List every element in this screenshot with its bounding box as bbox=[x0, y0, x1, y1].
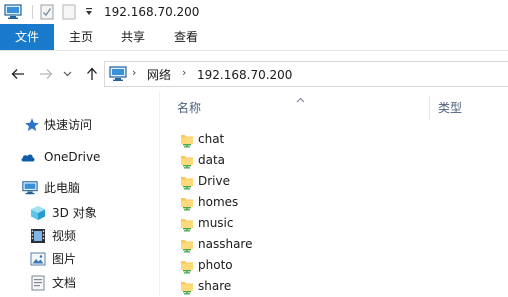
network-computer-icon bbox=[109, 66, 127, 85]
list-item[interactable]: Drive bbox=[176, 171, 426, 192]
column-header-type[interactable]: 类型 bbox=[438, 100, 462, 116]
forward-button[interactable] bbox=[36, 64, 56, 84]
nav-item-label: OneDrive bbox=[44, 150, 101, 164]
toolbar-separator bbox=[32, 5, 33, 19]
list-item[interactable]: nasshare bbox=[176, 234, 426, 255]
breadcrumb-network[interactable]: 网络 bbox=[147, 67, 171, 83]
shared-folder-icon bbox=[181, 282, 193, 295]
recent-locations-button[interactable] bbox=[60, 64, 74, 84]
star-icon bbox=[25, 118, 39, 131]
new-folder-icon[interactable] bbox=[62, 3, 76, 21]
arrow-up-icon bbox=[87, 67, 97, 80]
arrow-right-icon bbox=[40, 69, 53, 79]
nav-item-documents[interactable]: 文档 bbox=[0, 272, 158, 294]
cloud-icon bbox=[21, 154, 35, 162]
shared-folder-icon bbox=[181, 240, 193, 253]
nav-item-pictures[interactable]: 图片 bbox=[0, 248, 158, 270]
nav-item-label: 3D 对象 bbox=[52, 206, 97, 220]
tab-share[interactable]: 共享 bbox=[108, 24, 158, 50]
nav-item-label: 视频 bbox=[52, 229, 77, 243]
nav-item-videos[interactable]: 视频 bbox=[0, 225, 158, 247]
file-name: Drive bbox=[198, 174, 230, 188]
documents-icon bbox=[31, 275, 45, 291]
nav-item-label: 图片 bbox=[52, 252, 77, 266]
column-separator[interactable] bbox=[429, 96, 430, 120]
shared-folder-icon bbox=[181, 198, 193, 211]
chevron-down-icon bbox=[63, 71, 71, 77]
list-item[interactable]: data bbox=[176, 150, 426, 171]
nav-item-label: 文档 bbox=[52, 276, 77, 290]
nav-item-onedrive[interactable]: OneDrive bbox=[0, 146, 158, 168]
file-name: share bbox=[198, 279, 232, 293]
address-bar[interactable]: › 网络 › 192.168.70.200 bbox=[104, 61, 508, 87]
sort-ascending-icon bbox=[296, 92, 305, 106]
list-item[interactable]: homes bbox=[176, 192, 426, 213]
shared-folder-icon bbox=[181, 177, 193, 190]
customize-dropdown-icon[interactable] bbox=[84, 3, 94, 21]
up-button[interactable] bbox=[82, 64, 102, 84]
title-bar: 192.168.70.200 bbox=[0, 0, 508, 24]
list-item[interactable]: share bbox=[176, 276, 426, 297]
file-name: nasshare bbox=[198, 237, 253, 251]
shared-folder-icon bbox=[181, 156, 193, 169]
computer-icon bbox=[22, 181, 38, 195]
window-title: 192.168.70.200 bbox=[104, 5, 200, 19]
ribbon: 文件 主页 共享 查看 bbox=[0, 24, 508, 51]
breadcrumb-host[interactable]: 192.168.70.200 bbox=[197, 67, 292, 83]
nav-item-quick-access[interactable]: 快速访问 bbox=[0, 114, 158, 136]
arrow-left-icon bbox=[11, 69, 24, 79]
tab-file[interactable]: 文件 bbox=[0, 24, 54, 50]
navigation-pane: 快速访问 OneDrive 此电脑 3D 对象 视频 图片 文档 bbox=[0, 90, 160, 296]
properties-icon[interactable] bbox=[40, 3, 54, 21]
shared-folder-icon bbox=[181, 261, 193, 274]
shared-folder-icon bbox=[181, 219, 193, 232]
nav-item-3d-objects[interactable]: 3D 对象 bbox=[0, 202, 158, 224]
file-name: music bbox=[198, 216, 234, 230]
navigation-bar: › 网络 › 192.168.70.200 bbox=[0, 58, 508, 90]
breadcrumb-separator-icon: › bbox=[182, 66, 187, 79]
computer-icon[interactable] bbox=[4, 3, 22, 21]
file-name: homes bbox=[198, 195, 239, 209]
file-name: data bbox=[198, 153, 226, 167]
3d-objects-icon bbox=[31, 206, 45, 220]
nav-item-this-pc[interactable]: 此电脑 bbox=[0, 177, 158, 199]
pane-divider[interactable] bbox=[159, 92, 160, 296]
file-name: chat bbox=[198, 132, 225, 146]
list-item[interactable]: music bbox=[176, 213, 426, 234]
file-name: photo bbox=[198, 258, 233, 272]
tab-home[interactable]: 主页 bbox=[56, 24, 106, 50]
column-header-name[interactable]: 名称 bbox=[177, 100, 201, 116]
list-item[interactable]: chat bbox=[176, 129, 426, 150]
video-icon bbox=[31, 229, 45, 243]
pictures-icon bbox=[30, 252, 46, 266]
nav-item-label: 快速访问 bbox=[44, 118, 93, 132]
tab-view[interactable]: 查看 bbox=[160, 24, 212, 50]
shared-folder-icon bbox=[181, 135, 193, 148]
nav-item-label: 此电脑 bbox=[44, 181, 81, 195]
breadcrumb-separator-icon: › bbox=[132, 66, 137, 79]
back-button[interactable] bbox=[8, 64, 28, 84]
list-item[interactable]: photo bbox=[176, 255, 426, 276]
